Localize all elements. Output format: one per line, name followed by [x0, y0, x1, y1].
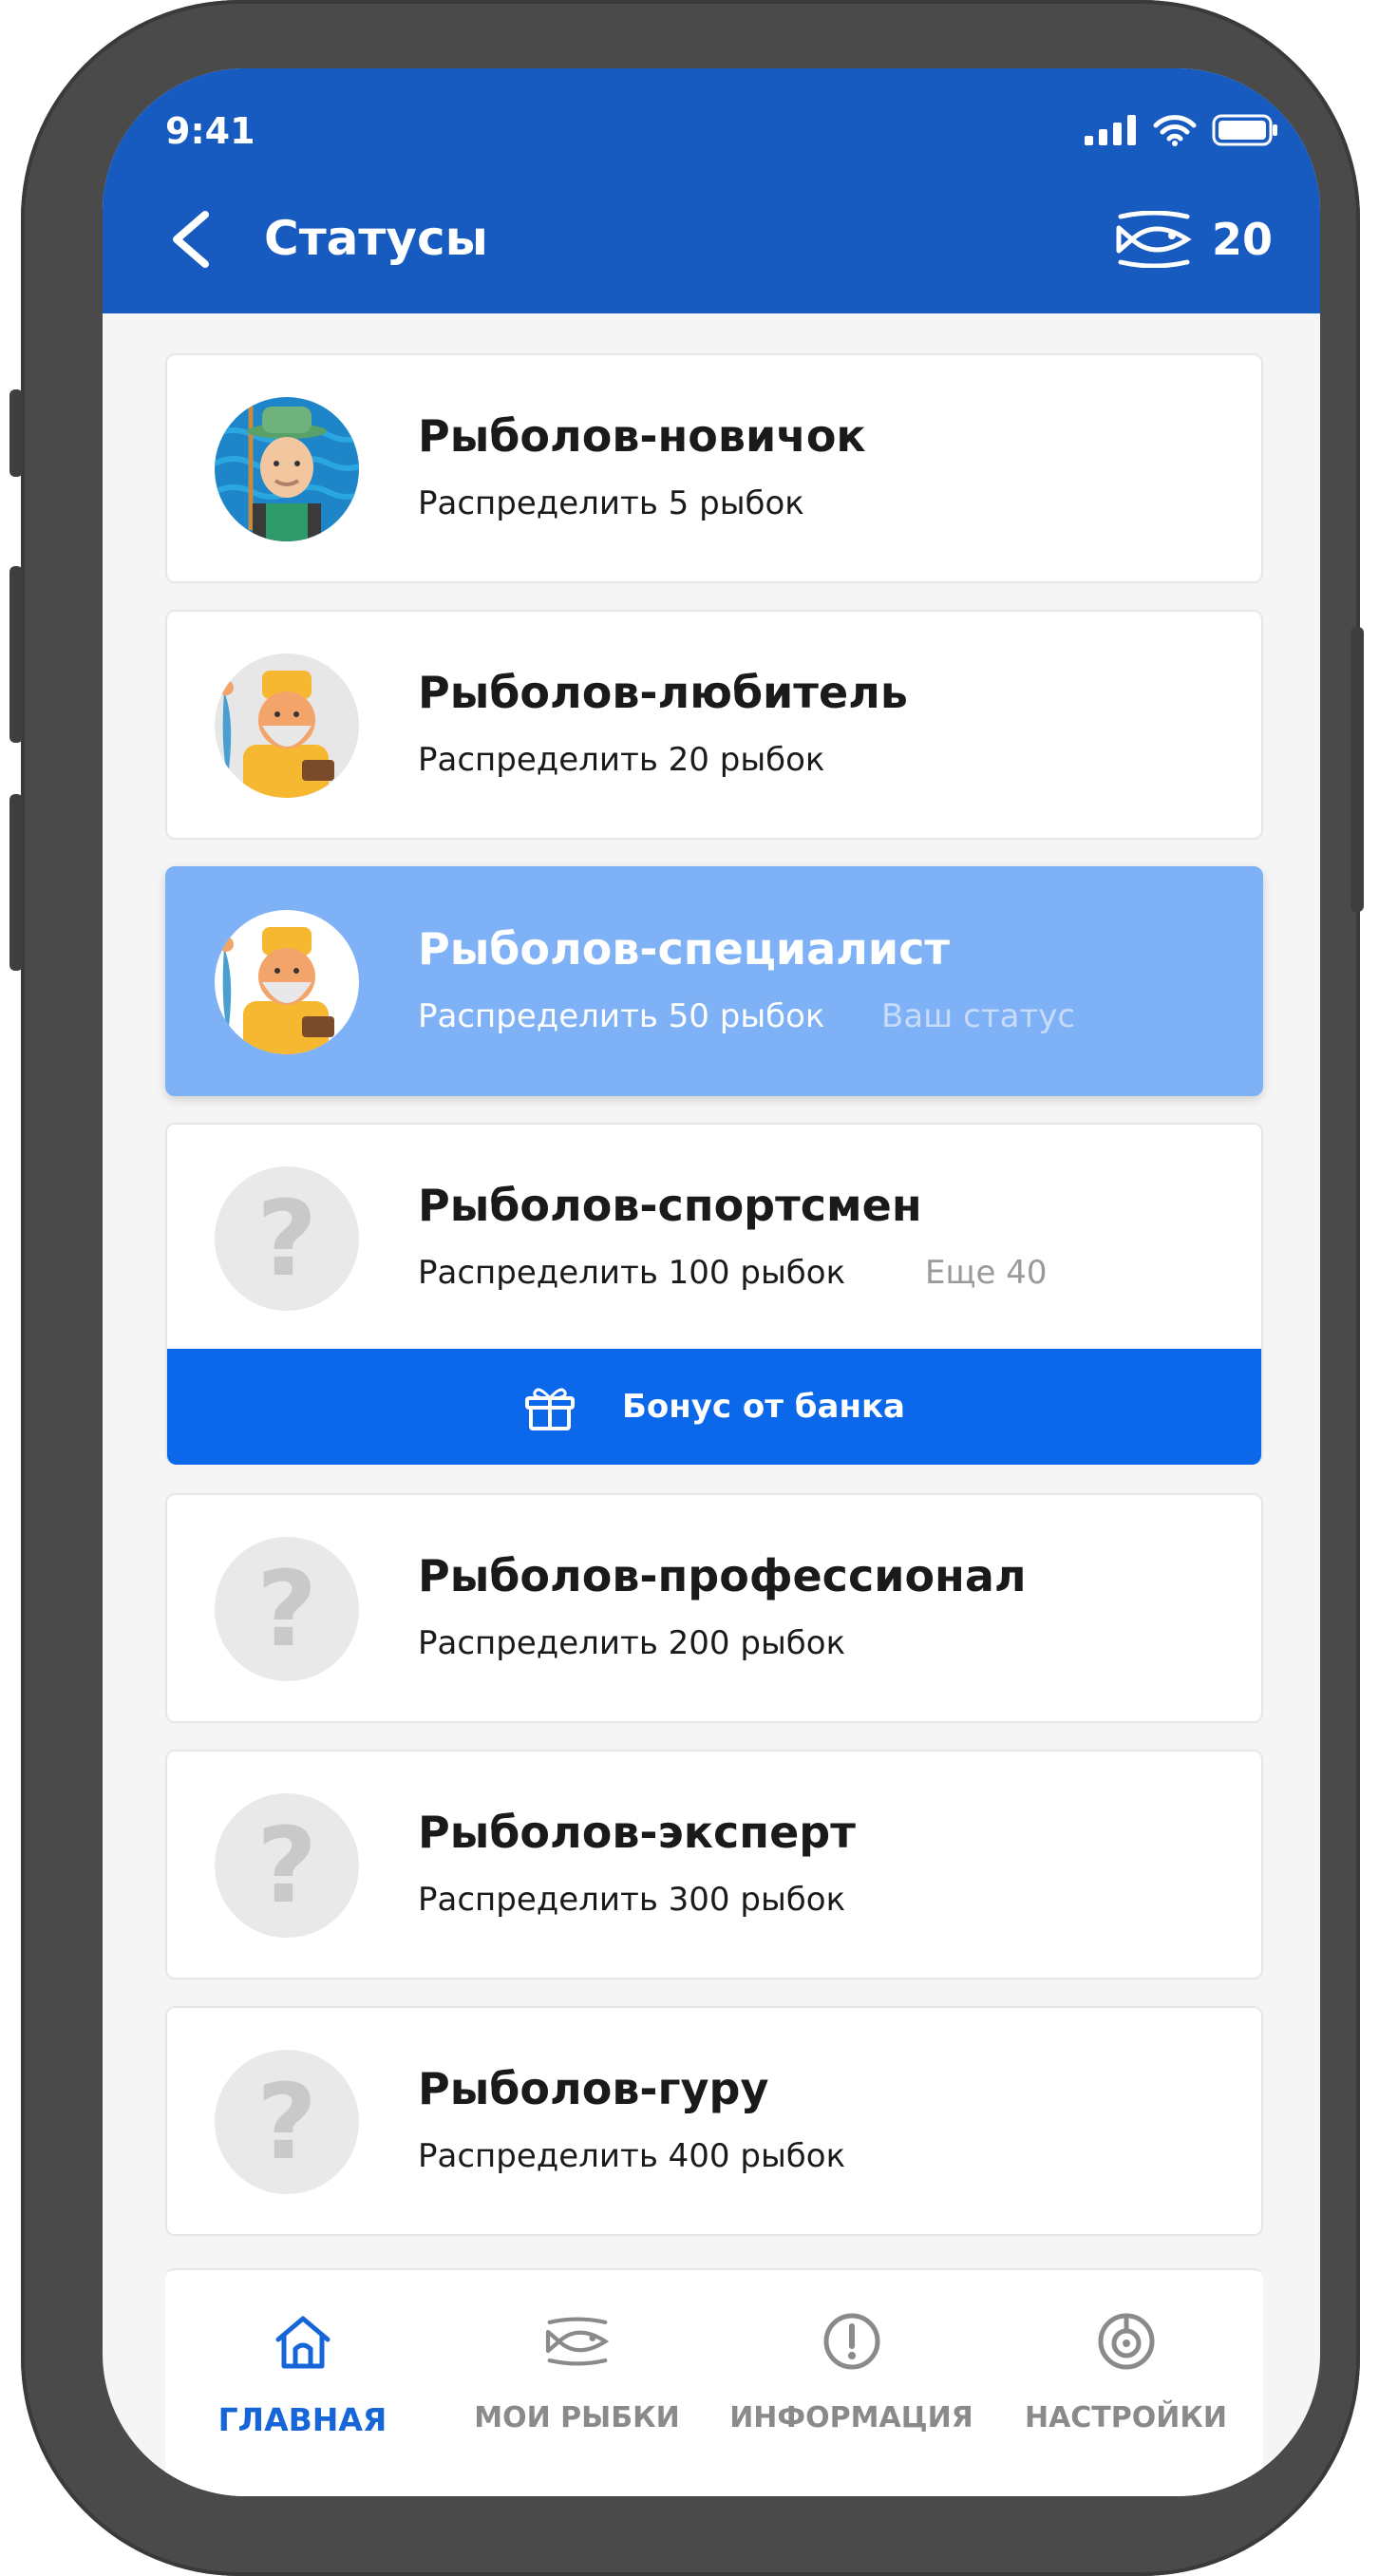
status-card-novice[interactable]: Рыболов-новичок Распределить 5 рыбок — [165, 353, 1263, 583]
status-time: 9:41 — [165, 110, 255, 152]
status-subtitle: Распределить 50 рыбок — [418, 997, 825, 1035]
amateur-fisherman-avatar — [215, 653, 359, 798]
tab-home[interactable]: ГЛАВНАЯ — [165, 2308, 440, 2438]
status-subtitle: Распределить 100 рыбок — [418, 1254, 846, 1292]
locked-avatar: ? — [215, 1793, 359, 1938]
signal-icon — [1085, 115, 1136, 145]
fish-icon — [545, 2317, 609, 2366]
status-title: Рыболов-эксперт — [418, 1807, 856, 1858]
status-subtitle: Распределить 300 рыбок — [418, 1881, 846, 1919]
bank-bonus-button[interactable]: Бонус от банка — [167, 1349, 1261, 1465]
fish-counter: 20 — [1113, 211, 1273, 268]
tab-label: ИНФОРМАЦИЯ — [729, 2401, 973, 2434]
status-subtitle: Распределить 400 рыбок — [418, 2137, 846, 2175]
bottom-tab-bar: ГЛАВНАЯ МОИ РЫБКИ ИНФОРМАЦИЯ НАСТРОЙКИ — [165, 2268, 1263, 2496]
question-mark-icon: ? — [256, 1178, 317, 1299]
status-card-sportsman[interactable]: ? Рыболов-спортсмен Распределить 100 рыб… — [165, 1123, 1263, 1465]
status-icons — [1085, 114, 1278, 146]
tab-information[interactable]: ИНФОРМАЦИЯ — [714, 2308, 989, 2434]
status-card-guru[interactable]: ? Рыболов-гуру Распределить 400 рыбок — [165, 2006, 1263, 2236]
question-mark-icon: ? — [256, 1805, 317, 1926]
status-title: Рыболов-спортсмен — [418, 1180, 922, 1231]
current-status-label: Ваш статус — [881, 997, 1076, 1035]
app-screen: 9:41 Статусы 20 Рыболов-новичок Распреде… — [103, 68, 1320, 2496]
status-title: Рыболов-гуру — [418, 2063, 769, 2114]
mute-switch — [9, 389, 23, 477]
power-button — [1351, 627, 1364, 912]
locked-avatar: ? — [215, 1537, 359, 1681]
volume-down-button — [9, 794, 23, 971]
remaining-count: Еще 40 — [925, 1254, 1048, 1292]
volume-up-button — [9, 566, 23, 743]
status-title: Рыболов-новичок — [418, 410, 866, 462]
battery-icon — [1212, 114, 1277, 146]
tab-my-fish[interactable]: МОИ РЫБКИ — [440, 2308, 714, 2434]
status-title: Рыболов-профессионал — [418, 1550, 1027, 1601]
status-title: Рыболов-специалист — [418, 923, 950, 975]
fish-icon — [1116, 211, 1192, 268]
locked-avatar: ? — [215, 2050, 359, 2194]
app-header: 9:41 Статусы 20 — [103, 68, 1320, 313]
novice-fisherman-avatar — [215, 397, 359, 541]
status-subtitle: Распределить 200 рыбок — [418, 1624, 846, 1662]
question-mark-icon: ? — [256, 2061, 317, 2183]
bonus-label: Бонус от банка — [621, 1388, 905, 1426]
locked-avatar: ? — [215, 1166, 359, 1311]
status-subtitle: Распределить 20 рыбок — [418, 741, 825, 779]
home-icon — [275, 2316, 330, 2369]
tab-label: ГЛАВНАЯ — [217, 2401, 387, 2438]
tab-label: НАСТРОЙКИ — [1024, 2401, 1228, 2434]
wifi-icon — [1153, 115, 1197, 146]
gift-icon — [524, 1388, 575, 1430]
page-title: Статусы — [264, 211, 488, 266]
status-card-amateur[interactable]: Рыболов-любитель Распределить 20 рыбок — [165, 610, 1263, 840]
status-subtitle: Распределить 5 рыбок — [418, 484, 804, 522]
tab-label: МОИ РЫБКИ — [474, 2401, 680, 2434]
status-card-specialist[interactable]: Рыболов-специалист Распределить 50 рыбок… — [165, 866, 1263, 1096]
back-chevron-icon[interactable] — [163, 209, 217, 270]
specialist-fisherman-avatar — [215, 910, 359, 1054]
info-icon — [823, 2313, 879, 2370]
status-card-expert[interactable]: ? Рыболов-эксперт Распределить 300 рыбок — [165, 1750, 1263, 1979]
phone-frame: 9:41 Статусы 20 Рыболов-новичок Распреде… — [9, 0, 1364, 2576]
tab-settings[interactable]: НАСТРОЙКИ — [989, 2308, 1263, 2434]
status-title: Рыболов-любитель — [418, 667, 908, 718]
settings-icon — [1098, 2313, 1154, 2370]
status-card-professional[interactable]: ? Рыболов-профессионал Распределить 200 … — [165, 1493, 1263, 1723]
question-mark-icon: ? — [256, 1548, 317, 1670]
fish-count: 20 — [1211, 214, 1273, 265]
